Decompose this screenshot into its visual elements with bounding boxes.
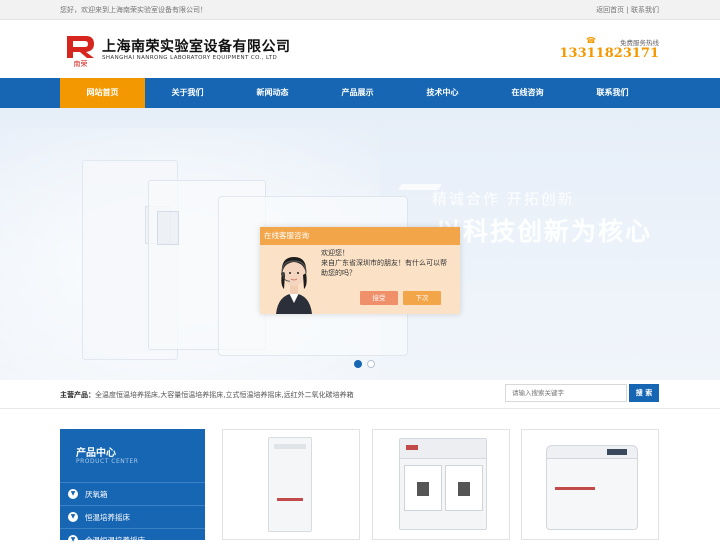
sidebar-item-label: 厌氧箱 (85, 489, 108, 499)
hotline-number: 13311823171 (559, 46, 660, 61)
site-header: 南荣 上海南荣实验室设备有限公司 SHANGHAI NANRONG LABORA… (0, 20, 720, 78)
product-card[interactable] (372, 429, 510, 540)
sidebar-item-shaker[interactable]: ▼ 恒温培养摇床 (60, 505, 205, 528)
sidebar-title-en: PRODUCT CENTER (76, 458, 139, 465)
chevron-down-icon: ▼ (68, 512, 78, 522)
sidebar-category-list: ▼ 厌氧箱 ▼ 恒温培养摇床 ▼ 全温恒温培养摇床 (60, 482, 205, 551)
chevron-down-icon: ▼ (68, 489, 78, 499)
search-button[interactable]: 搜 索 (629, 384, 659, 402)
chat-accept-button[interactable]: 接受 (360, 291, 398, 305)
product-card[interactable] (521, 429, 659, 540)
banner-slogan-sub: 精诚合作 开拓创新 (432, 190, 575, 208)
nav-item-contact[interactable]: 联系我们 (570, 78, 655, 108)
nav-item-consult[interactable]: 在线咨询 (485, 78, 570, 108)
chat-invite-popup: 在线客服咨询 欢迎您！ 来自广东省深圳市的朋友！有什么可以帮助您的吗？ 接受 下… (260, 227, 460, 314)
logo-mark-text: 南荣 (74, 59, 88, 67)
hot-products-label: 主营产品： (60, 391, 95, 399)
chevron-down-icon: ▼ (68, 535, 78, 545)
product-image-shaker-cabinet (399, 438, 487, 530)
chat-later-button[interactable]: 下次 (403, 291, 441, 305)
chat-title: 在线客服咨询 (260, 227, 460, 245)
chat-message: 来自广东省深圳市的朋友！有什么可以帮助您的吗？ (321, 259, 447, 277)
welcome-text: 您好，欢迎来到上海南荣实验室设备有限公司！ (60, 6, 207, 14)
nav-item-about[interactable]: 关于我们 (145, 78, 230, 108)
product-card[interactable] (222, 429, 360, 540)
product-center-sidebar: 产品中心 PRODUCT CENTER ▼ 厌氧箱 ▼ 恒温培养摇床 ▼ 全温恒… (60, 429, 205, 545)
hot-products-list[interactable]: 全温度恒温培养摇床,大容量恒温培养摇床,立式恒温培养摇床,远红外二氧化碳培养箱 (95, 390, 354, 400)
nav-item-home[interactable]: 网站首页 (60, 78, 145, 108)
slider-dot-2[interactable] (367, 360, 375, 368)
contact-link[interactable]: 联系我们 (631, 6, 659, 14)
link-separator: | (626, 6, 629, 14)
nav-item-tech[interactable]: 技术中心 (400, 78, 485, 108)
search-strip: 主营产品： 全温度恒温培养摇床,大容量恒温培养摇床,立式恒温培养摇床,远红外二氧… (0, 380, 720, 409)
company-name-en: SHANGHAI NANRONG LABORATORY EQUIPMENT CO… (102, 55, 278, 61)
top-bar: 您好，欢迎来到上海南荣实验室设备有限公司！ 返回首页 | 联系我们 (0, 0, 720, 20)
chat-body: 欢迎您！ 来自广东省深圳市的朋友！有什么可以帮助您的吗？ 接受 下次 (260, 245, 460, 314)
support-agent-avatar (276, 257, 312, 314)
slider-dots (354, 360, 375, 368)
sidebar-item-anaerobic[interactable]: ▼ 厌氧箱 (60, 482, 205, 505)
sidebar-item-label: 恒温培养摇床 (85, 512, 130, 522)
company-name-cn: 上海南荣实验室设备有限公司 (102, 39, 291, 55)
nav-item-news[interactable]: 新闻动态 (230, 78, 315, 108)
chat-greeting: 欢迎您！ (321, 249, 349, 257)
sidebar-item-label: 全温恒温培养摇床 (85, 535, 145, 545)
nav-item-products[interactable]: 产品展示 (315, 78, 400, 108)
product-image-incubator (268, 437, 312, 532)
phone-icon: ☎ (586, 36, 596, 45)
product-image-benchtop-shaker (546, 445, 638, 530)
company-logo-icon[interactable]: 南荣 (64, 34, 97, 67)
sidebar-title: 产品中心 (76, 448, 116, 459)
search-input[interactable] (505, 384, 627, 402)
home-link[interactable]: 返回首页 (596, 6, 624, 14)
top-links: 返回首页 | 联系我们 (596, 5, 659, 15)
slider-dot-1[interactable] (354, 360, 362, 368)
main-nav: 网站首页 关于我们 新闻动态 产品展示 技术中心 在线咨询 联系我们 (0, 78, 720, 108)
banner-slogan-main: 以科技创新为核心 (436, 217, 653, 246)
